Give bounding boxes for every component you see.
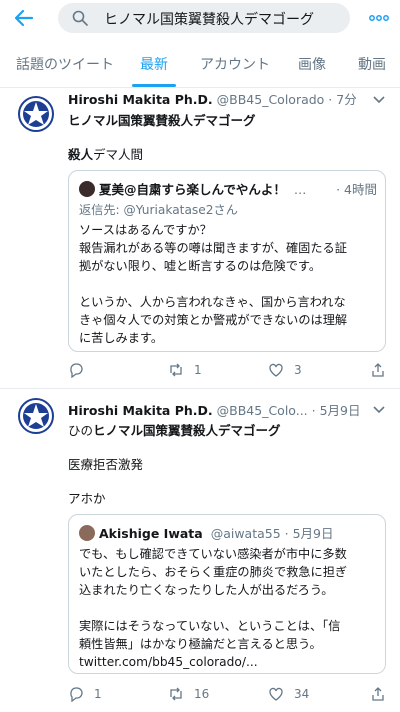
chevron-down-icon[interactable] <box>372 404 386 414</box>
quoted-text-line: いたとしたら、おそらく重症の肺炎で救急に担ぎ <box>79 565 348 579</box>
active-tab-indicator <box>132 84 176 87</box>
quoted-handle-time: @aiwata55 · 5月9日 <box>210 526 334 541</box>
tab-videos[interactable]: 動画 <box>358 54 386 74</box>
quoted-link[interactable]: twitter.com/bb45_colorado/... <box>79 653 258 671</box>
quoted-text-line: ソースはあるんですか？ <box>79 223 212 237</box>
like-count: 34 <box>294 687 310 701</box>
like-count: 3 <box>294 363 302 377</box>
tweet-actions: 1 16 34 <box>0 684 400 706</box>
tweet-divider <box>0 388 400 389</box>
tweet-text-line: アホか <box>68 491 106 506</box>
quoted-text-line: でも、もし確認できていない感染者が市中に多数 <box>79 547 347 561</box>
display-name[interactable]: Hiroshi Makita Ph.D. <box>68 403 213 418</box>
retweet-count: 16 <box>194 687 210 701</box>
quoted-time: · 4時間 <box>336 182 377 197</box>
reply-count: 1 <box>94 687 102 701</box>
tweet-text-rest: デマ人間 <box>93 147 144 162</box>
quoted-text-line: 報告漏れがある等の噂は聞きますが、確固たる証 <box>79 241 347 255</box>
share-icon <box>372 363 384 377</box>
highlighted-keyword: ヒノマル国策翼賛殺人デマゴーグ <box>93 423 281 438</box>
share-icon <box>372 687 384 701</box>
reply-icon <box>70 687 83 702</box>
tweet-text-line: ヒノマル国策翼賛殺人デマゴーグ <box>68 113 256 128</box>
retweet-icon <box>170 363 182 377</box>
quoted-tweet[interactable]: Akishige Iwata @aiwata55 · 5月9日 でも、もし確認で… <box>68 514 386 674</box>
quoted-text-line: 実際にはそうなっていない、ということは、「信 <box>79 619 341 633</box>
quoted-display-name: 夏美@自粛すら楽しんでやんよ！ <box>99 182 286 197</box>
heart-icon <box>269 363 283 377</box>
tweet-text: 殺人デマ人間 <box>68 144 143 163</box>
quoted-dots: … <box>293 182 307 197</box>
quoted-text-line: に苦しみます。 <box>79 331 164 345</box>
search-icon <box>72 10 88 26</box>
handle-time: @BB45_Colorado · 7分 <box>216 92 357 107</box>
quoted-tweet-header: Akishige Iwata @aiwata55 · 5月9日 <box>79 523 334 542</box>
retweet-count: 1 <box>194 363 202 377</box>
heart-icon <box>269 687 283 701</box>
tweet-header: Hiroshi Makita Ph.D. @BB45_Colo... · 5月9… <box>68 400 360 419</box>
quoted-avatar <box>79 525 95 541</box>
quoted-text-line: 込まれたり亡くなったりした人が出るだろう。 <box>79 583 334 597</box>
search-query[interactable]: ヒノマル国策翼賛殺人デマゴーグ <box>104 9 314 29</box>
reply-icon <box>70 363 83 378</box>
quoted-text-line: というか、人から言われなきゃ、国から言われな <box>79 295 346 309</box>
tab-accounts[interactable]: アカウント <box>200 54 270 74</box>
quoted-avatar <box>79 181 95 197</box>
reply-to: 返信先: @Yuriakatase2さん <box>79 203 238 217</box>
handle-time: @BB45_Colo... · 5月9日 <box>216 403 361 418</box>
tweet-text-prefix: ひの <box>68 423 94 438</box>
quoted-display-name: Akishige Iwata <box>99 526 203 541</box>
tab-images[interactable]: 画像 <box>298 54 326 74</box>
highlighted-keyword: 殺人 <box>68 147 94 162</box>
tab-latest[interactable]: 最新 <box>140 54 168 74</box>
tweet-actions: 1 3 <box>0 360 400 382</box>
search-tabs: 話題のツイート 最新 アカウント 画像 動画 <box>0 38 400 88</box>
quoted-tweet-header: 夏美@自粛すら楽しんでやんよ！ … <box>79 179 306 198</box>
quoted-text-line: 頼性皆無」はかなり極論だと言えると思う。 <box>79 637 322 651</box>
top-bar: ヒノマル国策翼賛殺人デマゴーグ <box>0 0 400 38</box>
retweet-icon <box>170 687 182 701</box>
avatar[interactable] <box>18 398 54 434</box>
more-options-icon[interactable] <box>368 8 390 28</box>
avatar[interactable] <box>18 96 54 132</box>
chevron-down-icon[interactable] <box>372 94 386 104</box>
tweet-text-line: 医療拒否激発 <box>68 457 144 472</box>
display-name[interactable]: Hiroshi Makita Ph.D. <box>68 92 213 107</box>
tweet-header: Hiroshi Makita Ph.D. @BB45_Colorado · 7分 <box>68 89 357 108</box>
tab-top[interactable]: 話題のツイート <box>16 54 114 74</box>
back-arrow-icon[interactable] <box>12 6 36 30</box>
quoted-tweet[interactable]: 夏美@自粛すら楽しんでやんよ！ … · 4時間 返信先: @Yuriakatas… <box>68 170 386 352</box>
tweet-text-line: ひのヒノマル国策翼賛殺人デマゴーグ <box>68 420 281 439</box>
search-box[interactable]: ヒノマル国策翼賛殺人デマゴーグ <box>58 3 350 33</box>
tweet[interactable]: Hiroshi Makita Ph.D. @BB45_Colo... · 5月9… <box>0 390 400 712</box>
quoted-text-line: きゃ個々人での対策とか警戒ができないのは理解 <box>79 313 348 327</box>
quoted-text-line: 拠がない限り、嘘と断言するのは危険です。 <box>79 259 322 273</box>
tweet[interactable]: Hiroshi Makita Ph.D. @BB45_Colorado · 7分… <box>0 88 400 390</box>
